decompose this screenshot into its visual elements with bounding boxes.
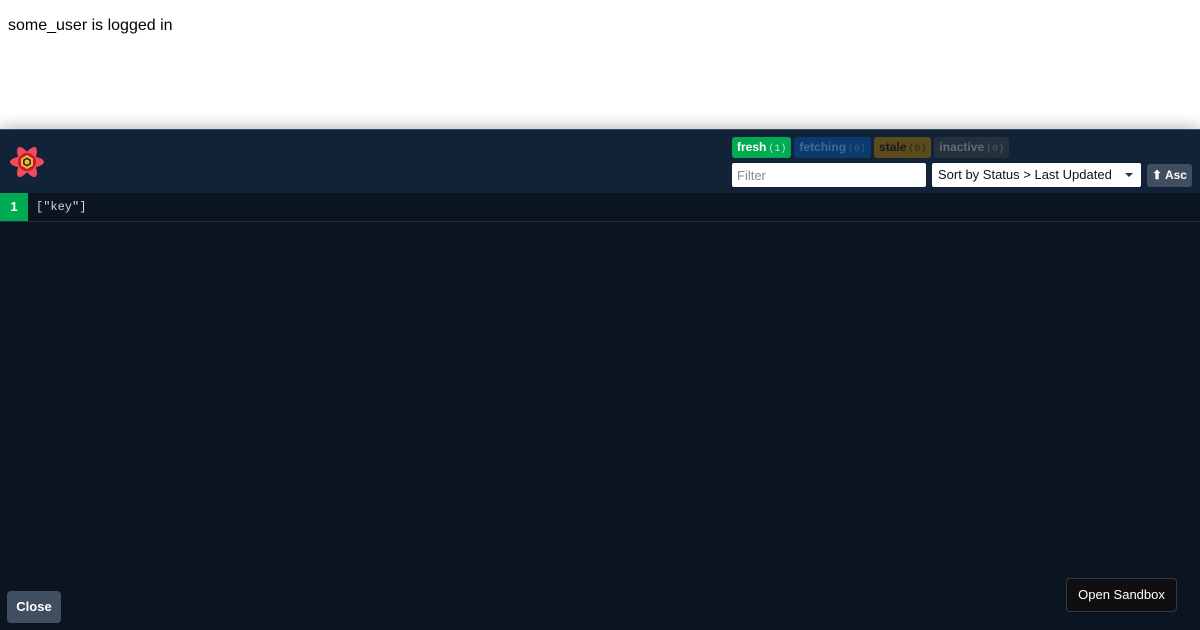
fetching-status-badge: fetching (0) [794, 137, 872, 158]
stale-badge-label: stale [879, 140, 907, 154]
inactive-badge-count: (0) [986, 144, 1005, 155]
query-key-text: ["key"] [36, 200, 87, 214]
login-status-text: some_user is logged in [8, 17, 173, 34]
filter-input[interactable] [732, 163, 926, 187]
fresh-badge-count: (1) [768, 144, 787, 155]
react-query-logo-icon[interactable] [8, 144, 46, 180]
close-button[interactable]: Close [7, 591, 61, 623]
open-sandbox-button[interactable]: Open Sandbox [1066, 578, 1177, 612]
fresh-badge-label: fresh [737, 140, 767, 154]
inactive-status-badge: inactive (0) [934, 137, 1010, 158]
stale-status-badge: stale (0) [874, 137, 932, 158]
fetching-badge-label: fetching [799, 140, 847, 154]
sort-direction-button[interactable]: ⬆ Asc [1147, 164, 1192, 187]
inactive-badge-label: inactive [939, 140, 985, 154]
fresh-status-badge: fresh (1) [732, 137, 792, 158]
devtools-header: fresh (1) fetching (0) stale (0) inactive (0… [0, 129, 1200, 193]
react-query-devtools-panel: fresh (1) fetching (0) stale (0) inactive (0… [0, 129, 1200, 630]
dropdown-caret-icon [1125, 173, 1133, 177]
fetching-badge-count: (0) [848, 144, 867, 155]
stale-badge-count: (0) [908, 144, 927, 155]
sort-select[interactable]: Sort by Status > Last Updated [932, 163, 1141, 187]
query-observer-count: 1 [0, 193, 28, 221]
sort-selected-value: Sort by Status > Last Updated [938, 167, 1112, 182]
sort-direction-label: ⬆ Asc [1152, 168, 1187, 182]
query-row[interactable]: 1 ["key"] [0, 193, 1200, 222]
query-status-badges: fresh (1) fetching (0) stale (0) inactive (0… [732, 137, 1010, 158]
